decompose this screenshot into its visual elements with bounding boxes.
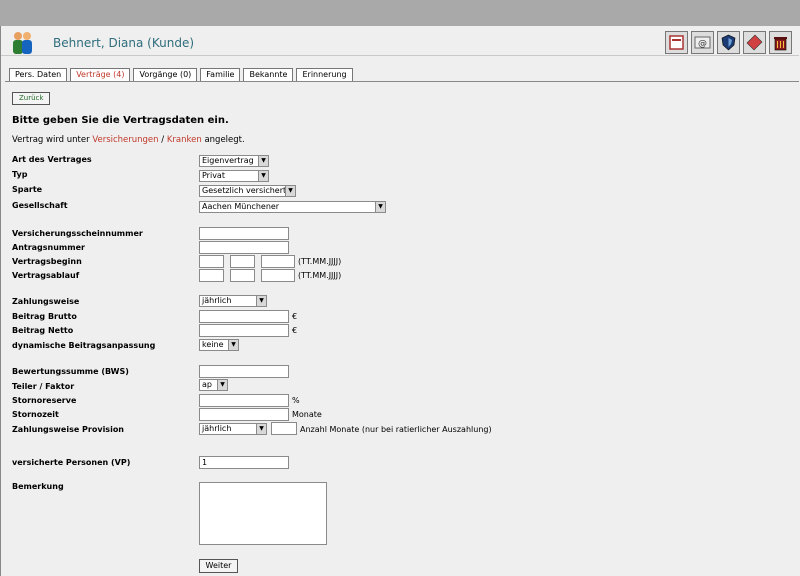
netto-currency: €: [292, 326, 298, 335]
svg-text:@: @: [698, 39, 707, 49]
link-versicherungen[interactable]: Versicherungen: [92, 135, 158, 145]
chevron-down-icon: ▼: [256, 296, 266, 306]
chevron-down-icon: ▼: [228, 340, 238, 350]
ablauf-day-input[interactable]: [199, 269, 224, 282]
stornozeit-input[interactable]: [199, 408, 289, 421]
dynamik-label: dynamische Beitragsanpassung: [12, 341, 156, 350]
stamp-icon[interactable]: [743, 31, 766, 54]
vp-label: versicherte Personen (VP): [12, 458, 131, 467]
back-button[interactable]: Zurück: [12, 92, 51, 105]
tab-divider: [5, 81, 799, 82]
art-label: Art des Vertrages: [12, 155, 92, 164]
beginn-date-hint: (TT.MM.JJJJ): [298, 257, 342, 266]
vsnr-input[interactable]: [199, 227, 289, 240]
dynamik-select-value: keine: [202, 340, 224, 349]
tab-vorgaenge[interactable]: Vorgänge (0): [133, 68, 198, 82]
tab-erinnerung[interactable]: Erinnerung: [296, 68, 353, 82]
chevron-down-icon: ▼: [285, 186, 295, 196]
ablauf-year-input[interactable]: [261, 269, 295, 282]
info-prefix: Vertrag wird unter: [12, 135, 90, 145]
tab-bekannte[interactable]: Bekannte: [243, 68, 294, 82]
vp-input[interactable]: 1: [199, 456, 289, 469]
brutto-input[interactable]: [199, 310, 289, 323]
zahlweise-prov-select[interactable]: jährlich ▼: [199, 423, 267, 435]
chevron-down-icon: ▼: [256, 424, 266, 434]
stornoreserve-label: Stornoreserve: [12, 396, 77, 405]
chevron-down-icon: ▼: [258, 156, 268, 166]
antrag-input[interactable]: [199, 241, 289, 254]
bemerkung-label: Bemerkung: [12, 482, 64, 491]
tab-vertraege[interactable]: Verträge (4): [70, 68, 131, 82]
sparte-select[interactable]: Gesetzlich versichert ▼: [199, 185, 296, 197]
sparte-select-value: Gesetzlich versichert: [202, 186, 287, 195]
teiler-label: Teiler / Faktor: [12, 382, 75, 391]
bws-input[interactable]: [199, 365, 289, 378]
beginn-month-input[interactable]: [230, 255, 255, 268]
sparte-label: Sparte: [12, 185, 43, 194]
header: Behnert, Diana (Kunde) @: [1, 28, 799, 56]
art-select[interactable]: Eigenvertrag ▼: [199, 155, 269, 167]
typ-label: Typ: [12, 170, 28, 179]
anzahl-monate-input[interactable]: [271, 422, 297, 435]
teiler-select-value: ap: [202, 380, 212, 389]
chevron-down-icon: ▼: [258, 171, 268, 181]
gesellschaft-select[interactable]: Aachen Münchener ▼: [199, 201, 386, 213]
zahlweise-prov-select-value: jährlich: [202, 424, 232, 433]
stornoreserve-input[interactable]: [199, 394, 289, 407]
email-icon[interactable]: @: [691, 31, 714, 54]
art-select-value: Eigenvertrag: [202, 156, 254, 165]
zahlweise-label: Zahlungsweise: [12, 297, 80, 306]
tab-bar: Pers. Daten Verträge (4) Vorgänge (0) Fa…: [9, 68, 356, 82]
tab-familie[interactable]: Familie: [200, 68, 241, 82]
info-separator: /: [161, 135, 165, 145]
brutto-label: Beitrag Brutto: [12, 312, 77, 321]
zahlweise-select[interactable]: jährlich ▼: [199, 295, 267, 307]
antrag-label: Antragsnummer: [12, 243, 85, 252]
form-heading: Bitte geben Sie die Vertragsdaten ein.: [12, 115, 229, 126]
beginn-label: Vertragsbeginn: [12, 257, 82, 266]
shield-icon[interactable]: [717, 31, 740, 54]
customer-person-icon: [13, 32, 32, 54]
chevron-down-icon: ▼: [375, 202, 385, 212]
top-bar: [0, 0, 800, 26]
teiler-select[interactable]: ap ▼: [199, 379, 228, 391]
weiter-button[interactable]: Weiter: [199, 559, 238, 573]
gesellschaft-select-value: Aachen Münchener: [202, 202, 280, 211]
brutto-currency: €: [292, 312, 298, 321]
netto-input[interactable]: [199, 324, 289, 337]
tab-pers-daten[interactable]: Pers. Daten: [9, 68, 68, 82]
customer-title: Behnert, Diana (Kunde): [53, 36, 195, 50]
zahlweise-prov-label: Zahlungsweise Provision: [12, 425, 125, 434]
anzahl-monate-hint: Anzahl Monate (nur bei ratierlicher Ausz…: [300, 425, 492, 434]
ablauf-date-hint: (TT.MM.JJJJ): [298, 271, 342, 280]
bws-label: Bewertungssumme (BWS): [12, 367, 129, 376]
dynamik-select[interactable]: keine ▼: [199, 339, 239, 351]
info-text: Vertrag wird unter Versicherungen / Kran…: [12, 135, 245, 145]
gesellschaft-label: Gesellschaft: [12, 201, 68, 210]
trash-icon[interactable]: [769, 31, 792, 54]
beginn-year-input[interactable]: [261, 255, 295, 268]
zahlweise-select-value: jährlich: [202, 296, 232, 305]
stornoreserve-percent: %: [292, 396, 300, 405]
vsnr-label: Versicherungsscheinnummer: [12, 229, 143, 238]
chevron-down-icon: ▼: [217, 380, 227, 390]
typ-select[interactable]: Privat ▼: [199, 170, 269, 182]
beginn-day-input[interactable]: [199, 255, 224, 268]
ablauf-label: Vertragsablauf: [12, 271, 80, 280]
ablauf-month-input[interactable]: [230, 269, 255, 282]
link-kranken[interactable]: Kranken: [167, 135, 202, 145]
stornozeit-unit: Monate: [292, 410, 322, 419]
bemerkung-textarea[interactable]: [199, 482, 327, 545]
stornozeit-label: Stornozeit: [12, 410, 59, 419]
app-frame: Behnert, Diana (Kunde) @ Pers. Daten Ver…: [0, 26, 800, 576]
info-suffix: angelegt.: [204, 135, 245, 145]
typ-select-value: Privat: [202, 171, 225, 180]
document-icon[interactable]: [665, 31, 688, 54]
netto-label: Beitrag Netto: [12, 326, 74, 335]
